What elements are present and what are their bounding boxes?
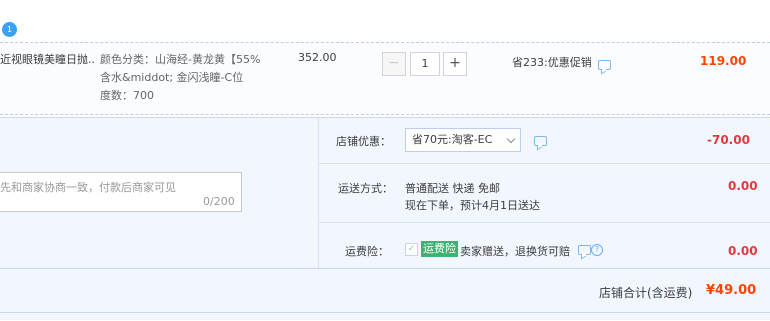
shop-total-label: 店铺合计(含运费) [599, 286, 693, 300]
shipping-eta: 现在下单，预计4月1日送达 [405, 199, 540, 212]
sku-line-3: 度数：700 [100, 89, 154, 102]
item-sku: 颜色分类：山海经-黄龙黄【55% 含水&middot; 金闪浅瞳-C位 度数：7… [100, 51, 270, 105]
sku-line-2: 含水&middot; 金闪浅瞳-C位 [100, 71, 244, 84]
divider [0, 114, 770, 115]
discount-label: 店铺优惠： [336, 135, 391, 148]
coupon-selected-value: 省70元:淘客-EC [412, 133, 493, 146]
shop-total-value: ¥49.00 [706, 283, 757, 298]
insurance-label: 运费险： [345, 245, 389, 258]
insurance-text: 卖家赠送，退换货可赔 [460, 245, 570, 258]
shipping-label: 运送方式： [338, 182, 393, 195]
message-placeholder: 先和商家协商一致，付款后商家可见 [0, 181, 176, 194]
insurance-amount: 0.00 [728, 244, 758, 258]
insurance-checkbox[interactable]: ✓ [405, 243, 418, 256]
chevron-down-icon [506, 134, 516, 144]
qty-input[interactable]: 1 [410, 52, 440, 76]
chat-bubble-icon[interactable] [534, 136, 547, 146]
top-strip [0, 0, 770, 42]
divider [319, 222, 770, 223]
divider [0, 268, 770, 269]
notification-icon: 1 [2, 22, 17, 37]
qty-increase-button[interactable]: + [443, 52, 467, 76]
divider [319, 163, 770, 164]
chat-bubble-icon[interactable] [578, 245, 591, 255]
qty-decrease-button[interactable]: − [382, 52, 406, 76]
sku-line-1: 颜色分类：山海经-黄龙黄【55% [100, 53, 261, 66]
discount-amount: -70.00 [707, 133, 750, 147]
shipping-amount: 0.00 [728, 179, 758, 193]
shipping-method: 普通配送 快递 免邮 [405, 182, 500, 195]
coupon-select[interactable]: 省70元:淘客-EC [405, 128, 521, 152]
item-subtotal: 119.00 [700, 54, 747, 68]
message-char-count: 0/200 [203, 195, 235, 208]
chat-bubble-icon[interactable] [598, 60, 611, 70]
item-title-link[interactable]: 近视眼镜美瞳日抛... [0, 51, 96, 67]
insurance-badge: 运费险 [421, 241, 458, 257]
divider [0, 117, 770, 118]
divider [318, 118, 319, 268]
item-unit-price: 352.00 [298, 51, 337, 64]
question-circle-icon[interactable]: ? [591, 244, 603, 256]
promo-text: 省233:优惠促销 [512, 56, 592, 69]
divider [0, 312, 770, 313]
